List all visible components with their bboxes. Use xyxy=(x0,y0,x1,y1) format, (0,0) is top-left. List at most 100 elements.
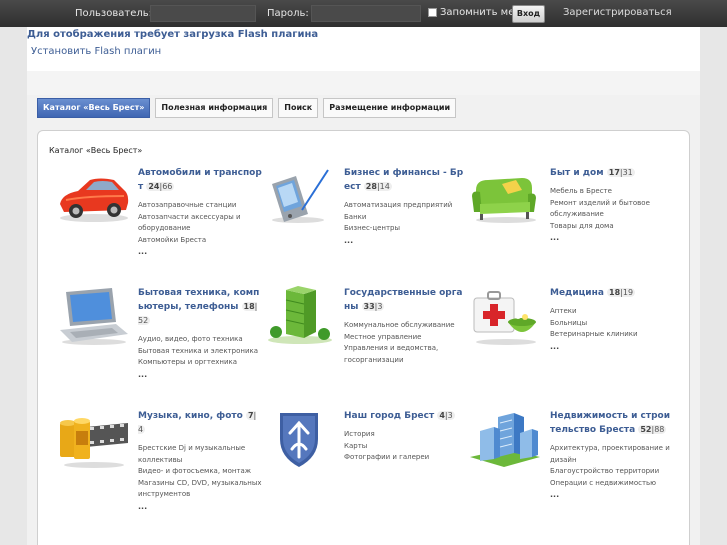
category-name[interactable]: Быт и дом xyxy=(550,168,604,178)
subcategory-link[interactable]: Ремонт изделий и бытовое обслуживание xyxy=(550,198,674,221)
subcategory-link[interactable]: Операции с недвижимостью xyxy=(550,478,674,490)
subcategory-link[interactable]: Мебель в Бресте xyxy=(550,186,674,198)
more-link[interactable]: ... xyxy=(550,489,674,500)
catalog-title: Каталог «Весь Брест» xyxy=(49,146,143,155)
category-body: Автомобили и транспорт 24|66 Автозаправо… xyxy=(138,166,262,257)
category-body: Наш город Брест 4|3 История Карты Фотогр… xyxy=(344,409,468,464)
subcategory-list: История Карты Фотографии и галереи xyxy=(344,429,468,464)
subcategory-link[interactable]: Товары для дома xyxy=(550,221,674,233)
more-link[interactable]: ... xyxy=(138,246,262,257)
category-body: Быт и дом 17|31 Мебель в Бресте Ремонт и… xyxy=(550,166,674,243)
subcategory-link[interactable]: Автоматизация предприятий xyxy=(344,200,468,212)
category-name[interactable]: Наш город Брест xyxy=(344,411,434,421)
first-aid-icon[interactable] xyxy=(468,286,542,346)
page-column: Для отображения требует загрузка Flash п… xyxy=(27,0,700,545)
category-count: 18|19 xyxy=(607,288,636,297)
subcategory-link[interactable]: Бизнес-центры xyxy=(344,223,468,235)
register-link[interactable]: Зарегистрироваться xyxy=(563,7,672,18)
flash-message: Для отображения требует загрузка Flash п… xyxy=(27,29,319,40)
category-count: 52|88 xyxy=(638,425,667,434)
subcategory-link[interactable]: Ветеринарные клиники xyxy=(550,329,674,341)
category-link[interactable]: Медицина 18|19 xyxy=(550,286,674,300)
pda-icon[interactable] xyxy=(262,166,336,226)
category-link[interactable]: Быт и дом 17|31 xyxy=(550,166,674,180)
subcategory-link[interactable]: Фотографии и галереи xyxy=(344,452,468,464)
subcategory-link[interactable]: Бытовая техника и электроника xyxy=(138,346,262,358)
subcategory-link[interactable]: Карты xyxy=(344,441,468,453)
tab-search[interactable]: Поиск xyxy=(278,98,319,118)
more-link[interactable]: ... xyxy=(550,341,674,352)
remember-checkbox[interactable] xyxy=(428,8,437,17)
subcategory-link[interactable]: Управления и ведомства, госорганизации xyxy=(344,343,468,366)
subcategory-list: Автоматизация предприятий Банки Бизнес-ц… xyxy=(344,200,468,246)
subcategory-link[interactable]: Аптеки xyxy=(550,306,674,318)
login-bar: Пользователь: Пароль: Запомнить меня Вхо… xyxy=(0,0,727,27)
laptop-icon[interactable] xyxy=(56,286,130,346)
subcategory-link[interactable]: Магазины CD, DVD, музыкальных инструмент… xyxy=(138,478,262,501)
category-link[interactable]: Бытовая техника, компьютеры, телефоны 18… xyxy=(138,286,262,328)
subcategory-link[interactable]: Видео- и фотосъемка, монтаж xyxy=(138,466,262,478)
category-count: 33|3 xyxy=(361,302,385,311)
flash-placeholder: Для отображения требует загрузка Flash п… xyxy=(27,27,700,71)
subcategory-list: Автозаправочные станции Автозапчасти акс… xyxy=(138,200,262,257)
password-input[interactable] xyxy=(311,5,421,22)
category-body: Музыка, кино, фото 7|4 Брестские Dj и му… xyxy=(138,409,262,512)
subcategory-link[interactable]: Аудио, видео, фото техника xyxy=(138,334,262,346)
subcategory-link[interactable]: Благоустройство территории xyxy=(550,466,674,478)
subcategory-link[interactable]: Брестские Dj и музыкальные коллективы xyxy=(138,443,262,466)
category-name[interactable]: Бытовая техника, компьютеры, телефоны xyxy=(138,288,259,312)
tab-useful-info[interactable]: Полезная информация xyxy=(155,98,274,118)
tab-catalog[interactable]: Каталог «Весь Брест» xyxy=(37,98,151,118)
category-body: Бытовая техника, компьютеры, телефоны 18… xyxy=(138,286,262,380)
category-name[interactable]: Медицина xyxy=(550,288,604,298)
subcategory-link[interactable]: Банки xyxy=(344,212,468,224)
more-link[interactable]: ... xyxy=(138,501,262,512)
category-link[interactable]: Бизнес и финансы - Брест 28|14 xyxy=(344,166,468,194)
subcategory-list: Аптеки Больницы Ветеринарные клиники ... xyxy=(550,306,674,352)
category-count: 4|3 xyxy=(437,411,455,420)
tab-post-info[interactable]: Размещение информации xyxy=(323,98,457,118)
subcategory-list: Мебель в Бресте Ремонт изделий и бытовое… xyxy=(550,186,674,243)
building-icon[interactable] xyxy=(262,286,336,346)
subcategory-list: Архитектура, проектирование и дизайн Бла… xyxy=(550,443,674,500)
category-link[interactable]: Недвижимость и строительство Бреста 52|8… xyxy=(550,409,674,437)
user-label: Пользователь: xyxy=(75,8,153,19)
subcategory-list: Брестские Dj и музыкальные коллективы Ви… xyxy=(138,443,262,512)
category-count: 28|14 xyxy=(363,182,392,191)
subcategory-link[interactable]: Автомойки Бреста xyxy=(138,235,262,247)
subcategory-link[interactable]: Автозапчасти аксессуары и оборудование xyxy=(138,212,262,235)
category-name[interactable]: Музыка, кино, фото xyxy=(138,411,243,421)
more-link[interactable]: ... xyxy=(344,235,468,246)
category-body: Медицина 18|19 Аптеки Больницы Ветеринар… xyxy=(550,286,674,352)
username-input[interactable] xyxy=(150,5,256,22)
main-tabs: Каталог «Весь Брест» Полезная информация… xyxy=(37,98,457,118)
subcategory-link[interactable]: Автозаправочные станции xyxy=(138,200,262,212)
category-link[interactable]: Наш город Брест 4|3 xyxy=(344,409,468,423)
coat-of-arms-icon[interactable] xyxy=(262,409,336,469)
more-link[interactable]: ... xyxy=(138,369,262,380)
login-button[interactable]: Вход xyxy=(512,5,545,23)
category-link[interactable]: Автомобили и транспорт 24|66 xyxy=(138,166,262,194)
install-flash-link[interactable]: Установить Flash плагин xyxy=(31,46,161,57)
film-icon[interactable] xyxy=(56,409,130,469)
subcategory-link[interactable]: Местное управление xyxy=(344,332,468,344)
category-link[interactable]: Государственные органы 33|3 xyxy=(344,286,468,314)
car-icon[interactable] xyxy=(56,166,130,226)
separator-band xyxy=(27,71,700,95)
subcategory-link[interactable]: Компьютеры и оргтехника xyxy=(138,357,262,369)
more-link[interactable]: ... xyxy=(550,232,674,243)
sofa-icon[interactable] xyxy=(468,166,542,226)
city-buildings-icon[interactable] xyxy=(468,409,542,469)
category-link[interactable]: Музыка, кино, фото 7|4 xyxy=(138,409,262,437)
subcategory-list: Аудио, видео, фото техника Бытовая техни… xyxy=(138,334,262,380)
subcategory-link[interactable]: Архитектура, проектирование и дизайн xyxy=(550,443,674,466)
catalog-panel: Каталог «Весь Брест» Автомобили и трансп… xyxy=(37,130,690,545)
category-count: 17|31 xyxy=(606,168,635,177)
category-body: Бизнес и финансы - Брест 28|14 Автоматиз… xyxy=(344,166,468,246)
subcategory-list: Коммунальное обслуживание Местное управл… xyxy=(344,320,468,366)
subcategory-link[interactable]: Коммунальное обслуживание xyxy=(344,320,468,332)
category-name[interactable]: Бизнес и финансы - Брест xyxy=(344,168,463,192)
subcategory-link[interactable]: Больницы xyxy=(550,318,674,330)
subcategory-link[interactable]: История xyxy=(344,429,468,441)
category-count: 24|66 xyxy=(146,182,175,191)
